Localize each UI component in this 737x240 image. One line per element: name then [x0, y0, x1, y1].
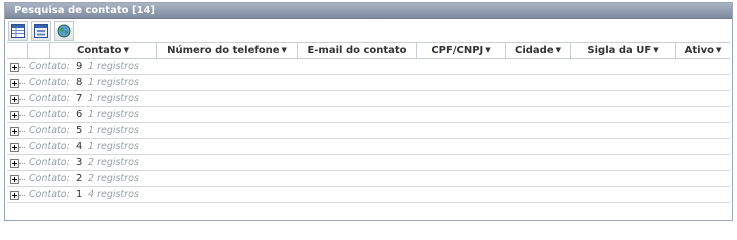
group-count: 2 registros [88, 157, 139, 168]
expand-icon[interactable] [10, 79, 19, 88]
column-header-ativo[interactable]: Ativo ▼ [675, 43, 730, 58]
group-row[interactable]: Contato: 3 2 registros [7, 155, 730, 171]
group-value: 9 [76, 61, 83, 72]
table-view-button[interactable] [8, 21, 28, 41]
group-row[interactable]: Contato: 2 2 registros [7, 171, 730, 187]
group-row[interactable]: Contato: 9 1 registros [7, 59, 730, 75]
column-header-telefone[interactable]: Número do telefone ▼ [156, 43, 297, 58]
tree-connector [19, 179, 25, 180]
group-label: Contato: [29, 61, 70, 72]
group-value: 4 [76, 141, 83, 152]
group-count: 1 registros [88, 141, 139, 152]
column-label: CPF/CNPJ [431, 45, 484, 56]
form-view-button[interactable] [31, 21, 51, 41]
group-row[interactable]: Contato: 8 1 registros [7, 75, 730, 91]
group-count: 1 registros [88, 77, 139, 88]
column-header-cpf-cnpj[interactable]: CPF/CNPJ ▼ [416, 43, 505, 58]
expand-icon[interactable] [10, 175, 19, 184]
group-value: 8 [76, 77, 83, 88]
expand-icon[interactable] [10, 143, 19, 152]
group-count: 2 registros [88, 173, 139, 184]
group-label: Contato: [29, 189, 70, 200]
group-row[interactable]: Contato: 1 4 registros [7, 187, 730, 203]
globe-button[interactable] [54, 21, 74, 41]
table-view-icon [11, 24, 25, 38]
group-value: 6 [76, 109, 83, 120]
globe-icon [57, 24, 71, 38]
tree-connector [19, 83, 25, 84]
sort-arrow-icon: ▼ [485, 46, 491, 54]
tree-connector [19, 115, 25, 116]
group-count: 1 registros [88, 93, 139, 104]
toolbar [5, 19, 732, 43]
tree-connector [19, 147, 25, 148]
sort-arrow-icon: ▼ [715, 46, 722, 54]
group-value: 2 [76, 173, 83, 184]
column-label: Cidade [514, 45, 554, 56]
group-value: 1 [76, 189, 83, 200]
tree-connector [19, 131, 25, 132]
panel-header: Pesquisa de contato [14] [5, 3, 732, 19]
tree-connector [19, 99, 25, 100]
column-label: Contato [77, 45, 122, 56]
group-row[interactable]: Contato: 7 1 registros [7, 91, 730, 107]
sort-arrow-icon: ▼ [653, 46, 659, 54]
group-count: 1 registros [88, 61, 139, 72]
results-grid: Contato ▼ Número do telefone ▼ E-mail do c… [7, 42, 730, 203]
tree-connector [19, 195, 25, 196]
column-header-sigla-uf[interactable]: Sigla da UF ▼ [570, 43, 675, 58]
form-view-icon [34, 24, 48, 38]
tree-connector [19, 163, 25, 164]
column-header-email[interactable]: E-mail do contato [297, 43, 416, 58]
grid-header: Contato ▼ Número do telefone ▼ E-mail do c… [7, 42, 730, 59]
expand-icon[interactable] [10, 127, 19, 136]
expand-icon[interactable] [10, 95, 19, 104]
group-label: Contato: [29, 109, 70, 120]
column-label: Ativo [684, 45, 714, 56]
group-label: Contato: [29, 93, 70, 104]
header-spacer [7, 43, 27, 58]
group-label: Contato: [29, 141, 70, 152]
group-value: 3 [76, 157, 83, 168]
sort-arrow-icon: ▼ [555, 46, 561, 54]
group-label: Contato: [29, 157, 70, 168]
expand-icon[interactable] [10, 159, 19, 168]
column-label: E-mail do contato [307, 45, 407, 56]
search-panel: Pesquisa de contato [14] Contato ▼ Númer… [4, 2, 733, 221]
group-row[interactable]: Contato: 4 1 registros [7, 139, 730, 155]
column-label: Sigla da UF [587, 45, 652, 56]
column-header-contato[interactable]: Contato ▼ [49, 43, 156, 58]
sort-arrow-icon: ▼ [281, 46, 287, 54]
sort-arrow-icon: ▼ [123, 46, 129, 54]
panel-title: Pesquisa de contato [14] [14, 5, 156, 16]
expand-icon[interactable] [10, 111, 19, 120]
group-count: 1 registros [88, 109, 139, 120]
group-count: 4 registros [88, 189, 139, 200]
group-value: 7 [76, 93, 83, 104]
group-label: Contato: [29, 173, 70, 184]
expand-icon[interactable] [10, 63, 19, 72]
column-label: Número do telefone [167, 45, 280, 56]
expand-icon[interactable] [10, 191, 19, 200]
group-value: 5 [76, 125, 83, 136]
group-label: Contato: [29, 125, 70, 136]
tree-connector [19, 67, 25, 68]
group-row[interactable]: Contato: 5 1 registros [7, 123, 730, 139]
group-row[interactable]: Contato: 6 1 registros [7, 107, 730, 123]
column-header-cidade[interactable]: Cidade ▼ [505, 43, 570, 58]
group-label: Contato: [29, 77, 70, 88]
group-count: 1 registros [88, 125, 139, 136]
header-spacer-2 [27, 43, 49, 58]
